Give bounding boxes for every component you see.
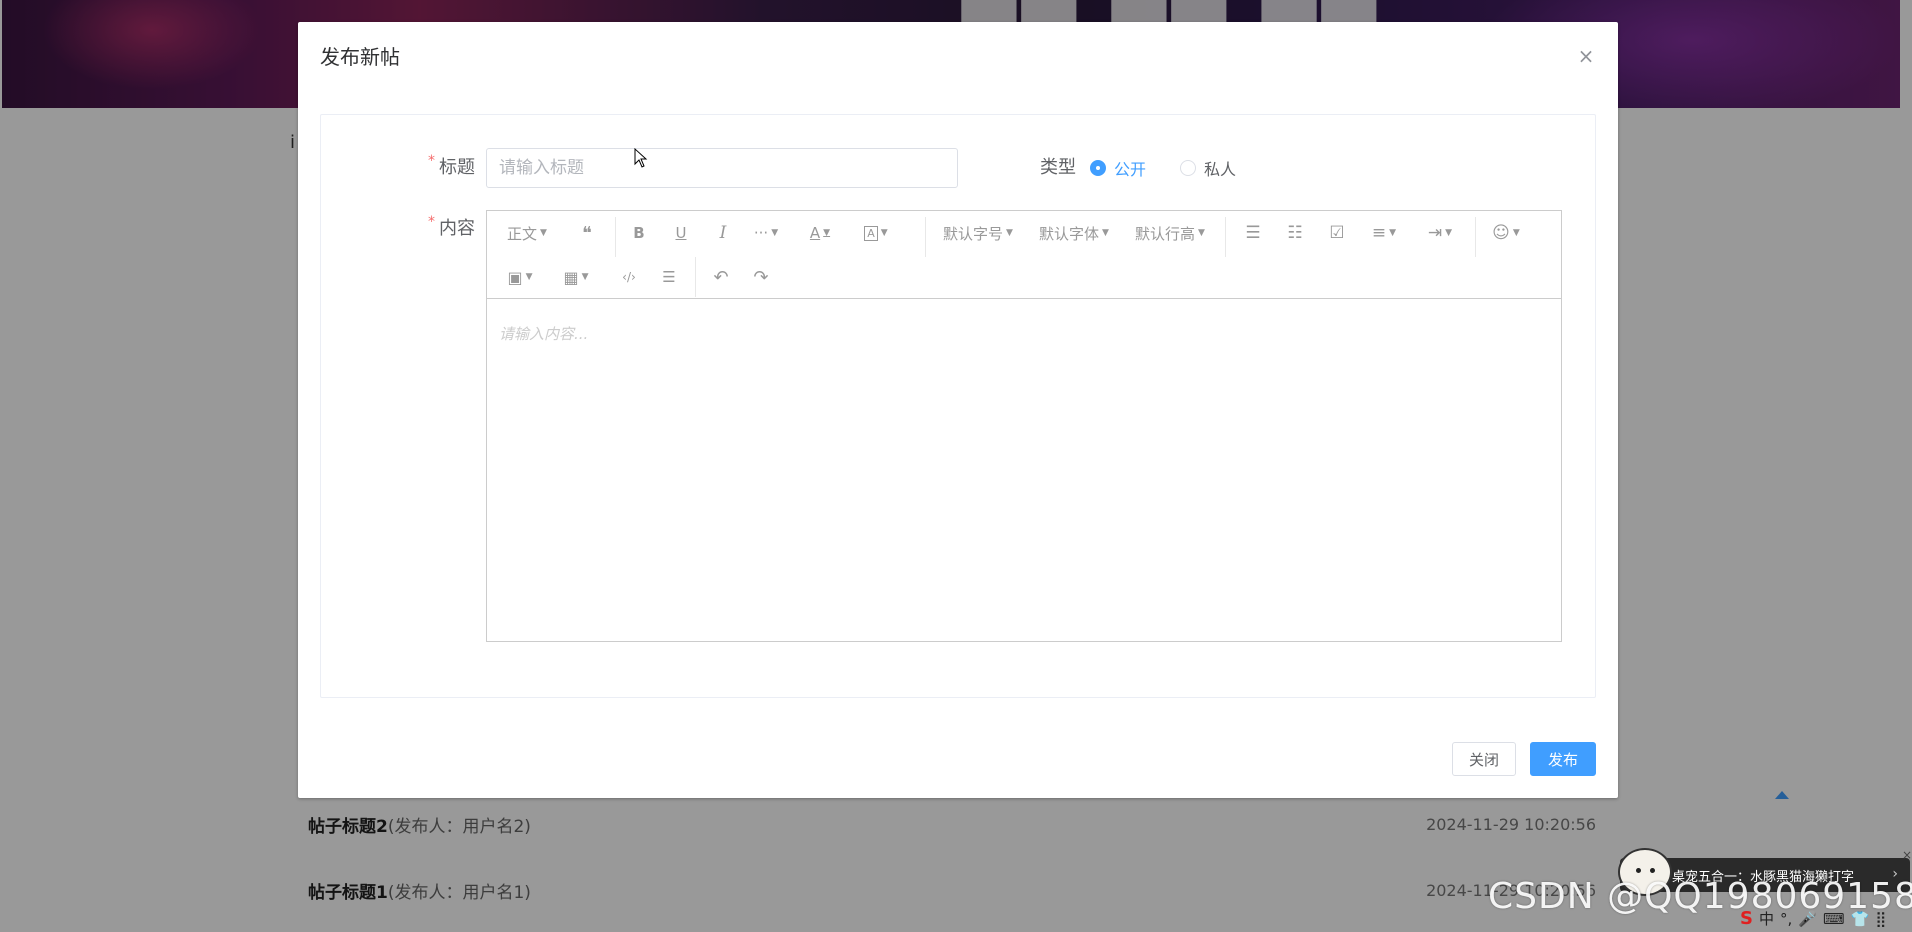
- more-icon[interactable]: ··· ▼: [749, 217, 783, 249]
- caret-down-icon: ▼: [823, 228, 831, 238]
- caret-down-icon: ▼: [1198, 228, 1205, 238]
- undo-icon[interactable]: ↶: [707, 261, 735, 293]
- font-family-label: 默认字体: [1039, 224, 1100, 243]
- heading-button[interactable]: 正文 ▼: [505, 217, 549, 249]
- caret-down-icon: ▼: [540, 228, 547, 238]
- title-label-text: 标题: [439, 157, 475, 178]
- caret-down-icon: ▼: [771, 228, 779, 238]
- indent-icon[interactable]: ⇥ ▼: [1423, 217, 1457, 249]
- toolbox-icon[interactable]: ⣿: [1875, 910, 1886, 928]
- toolbar-row-1: 正文 ▼ ❝ B U I ··· ▼ A ▼ A ▼ 默认字号 ▼ 默认字体 ▼ 默认行高 ▼…: [487, 217, 1561, 261]
- title-label: * 标题: [375, 153, 475, 179]
- font-size-label: 默认字号: [943, 224, 1004, 243]
- caret-down-icon: ▼: [1006, 228, 1013, 238]
- redo-icon[interactable]: ↷: [747, 261, 775, 293]
- ime-language-icon[interactable]: 中: [1759, 908, 1774, 929]
- underline-icon[interactable]: U: [667, 217, 695, 249]
- emotion-label: ☺: [1492, 223, 1510, 243]
- numbered-list-icon[interactable]: ☷: [1281, 217, 1309, 249]
- close-button[interactable]: 关闭: [1452, 742, 1516, 776]
- radio-private[interactable]: 私人: [1180, 156, 1236, 180]
- line-height-select[interactable]: 默认行高 ▼: [1135, 217, 1205, 249]
- table-icon[interactable]: ▦ ▼: [559, 261, 593, 293]
- quote-icon[interactable]: ❝: [573, 217, 601, 249]
- pet-eye: [1636, 868, 1641, 873]
- editor-placeholder: 请输入内容...: [499, 325, 589, 343]
- bg-color-label: A: [864, 225, 878, 241]
- required-mark: *: [428, 153, 435, 169]
- pet-eye: [1650, 868, 1655, 873]
- editor-toolbar: 正文 ▼ ❝ B U I ··· ▼ A ▼ A ▼ 默认字号 ▼ 默认字体 ▼ 默认行高 ▼…: [487, 211, 1561, 299]
- title-input[interactable]: [486, 148, 958, 188]
- caret-down-icon: ▼: [1389, 228, 1397, 238]
- font-family-select[interactable]: 默认字体 ▼: [1039, 217, 1109, 249]
- content-label-text: 内容: [439, 218, 475, 239]
- font-size-select[interactable]: 默认字号 ▼: [943, 217, 1013, 249]
- caret-down-icon: ▼: [581, 272, 589, 282]
- dialog-title: 发布新帖: [320, 45, 400, 69]
- toolbar-divider: [925, 217, 926, 257]
- close-icon[interactable]: ×: [1902, 848, 1912, 862]
- radio-dot-icon: [1180, 160, 1196, 176]
- caret-down-icon: ▼: [1445, 228, 1453, 238]
- sogou-logo-icon[interactable]: S: [1740, 908, 1753, 929]
- punctuation-icon[interactable]: °,: [1780, 910, 1792, 928]
- toolbar-divider: [1225, 217, 1226, 257]
- content-label: * 内容: [375, 214, 475, 240]
- microphone-icon[interactable]: 🎤: [1798, 910, 1817, 928]
- keyboard-icon[interactable]: ⌨: [1823, 910, 1845, 928]
- editor-content-area[interactable]: 请输入内容...: [487, 299, 1561, 641]
- ime-tray: S 中 °, 🎤 ⌨ 👕 ⣿: [1740, 908, 1886, 929]
- table-label: ▦: [563, 267, 579, 287]
- rich-text-editor: 正文 ▼ ❝ B U I ··· ▼ A ▼ A ▼ 默认字号 ▼ 默认字体 ▼ 默认行高 ▼…: [486, 210, 1562, 642]
- bulleted-list-icon[interactable]: ☰: [1239, 217, 1267, 249]
- close-icon[interactable]: ×: [1574, 44, 1598, 68]
- radio-public[interactable]: 公开: [1090, 156, 1146, 180]
- justify-label: ≡: [1371, 223, 1387, 243]
- indent-label: ⇥: [1427, 223, 1443, 243]
- skin-icon[interactable]: 👕: [1851, 910, 1870, 928]
- code-icon[interactable]: ‹/›: [615, 261, 643, 293]
- image-icon[interactable]: ▣ ▼: [503, 261, 537, 293]
- bg-color-icon[interactable]: A ▼: [859, 217, 893, 249]
- caret-down-icon: ▼: [525, 272, 533, 282]
- caret-down-icon: ▼: [1512, 228, 1520, 238]
- line-height-label: 默认行高: [1135, 224, 1196, 243]
- bold-icon[interactable]: B: [625, 217, 653, 249]
- required-mark: *: [428, 214, 435, 230]
- caret-down-icon: ▼: [880, 228, 888, 238]
- mouse-cursor-icon: [634, 148, 648, 168]
- dialog-header: 发布新帖 ×: [320, 42, 1598, 72]
- more-label: ···: [753, 224, 769, 242]
- toolbar-divider: [695, 257, 696, 297]
- font-color-label: A: [809, 224, 821, 242]
- caret-down-icon: ▼: [1102, 228, 1109, 238]
- todo-icon[interactable]: ☑: [1323, 217, 1351, 249]
- italic-icon[interactable]: I: [709, 217, 737, 249]
- radio-private-label: 私人: [1204, 160, 1237, 179]
- emotion-icon[interactable]: ☺ ▼: [1489, 217, 1523, 249]
- divider-icon[interactable]: ☰: [655, 261, 683, 293]
- radio-dot-checked-icon: [1090, 160, 1106, 176]
- image-label: ▣: [507, 267, 523, 287]
- toolbar-divider: [615, 217, 616, 257]
- font-color-icon[interactable]: A ▼: [803, 217, 837, 249]
- type-label: 类型: [1040, 157, 1076, 178]
- radio-public-label: 公开: [1114, 160, 1147, 179]
- heading-label: 正文: [507, 224, 538, 243]
- justify-icon[interactable]: ≡ ▼: [1367, 217, 1401, 249]
- toolbar-divider: [1475, 217, 1476, 257]
- publish-button[interactable]: 发布: [1530, 742, 1596, 776]
